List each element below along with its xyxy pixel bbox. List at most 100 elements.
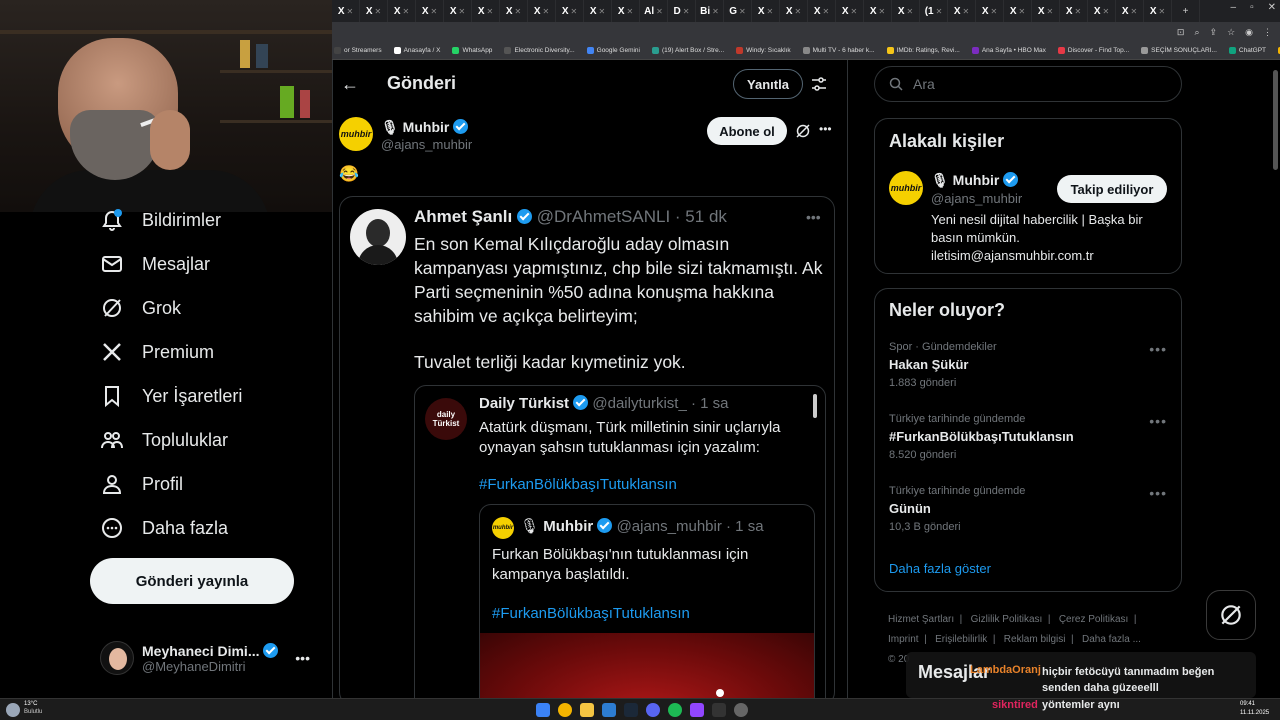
close-tab-icon[interactable]: ✕ [1074, 7, 1081, 16]
close-tab-icon[interactable]: ✕ [570, 7, 577, 16]
related-avatar[interactable]: muhbir [889, 171, 923, 205]
browser-tab[interactable]: X ✕ [836, 0, 864, 22]
trend-item[interactable]: Türkiye tarihinde gündemde #FurkanBölükb… [889, 413, 1167, 461]
grok-floating-button[interactable] [1206, 590, 1256, 640]
bookmark-item[interactable]: Windy: Sıcaklık [736, 47, 791, 54]
inner-quoted-post[interactable]: muhbir 🎙 Muhbir @ajans_muhbir · 1 sa Fur… [479, 504, 815, 705]
subscribe-button[interactable]: Abone ol [707, 117, 787, 145]
close-tab-icon[interactable]: ✕ [374, 7, 381, 16]
bookmark-item[interactable]: Multi TV - 6 haber k... [802, 47, 875, 54]
close-tab-icon[interactable]: ✕ [346, 7, 353, 16]
close-tab-icon[interactable]: ✕ [598, 7, 605, 16]
footer-link[interactable]: Çerez Politikası [1059, 614, 1128, 625]
trend-more-icon[interactable]: ••• [1149, 485, 1167, 501]
bookmark-item[interactable]: Anasayfa / X [393, 47, 440, 54]
reply-settings-icon[interactable] [811, 76, 827, 92]
bookmark-item[interactable]: SEÇİM SONUÇLARI... [1141, 47, 1217, 54]
nav-item-bookmarks[interactable]: Yer İşaretleri [100, 384, 242, 408]
app-icon[interactable] [602, 703, 616, 717]
bookmark-item[interactable]: Ana Sayfa • HBO Max [971, 47, 1046, 54]
browser-tab[interactable]: X ✕ [556, 0, 584, 22]
bookmark-item[interactable]: Electronic Diversity... [504, 47, 575, 54]
nav-item-communities[interactable]: Topluluklar [100, 428, 228, 452]
browser-tab[interactable]: X ✕ [612, 0, 640, 22]
quote-more-icon[interactable]: ••• [806, 209, 821, 225]
close-tab-icon[interactable]: ✕ [936, 7, 943, 16]
footer-link[interactable]: Reklam bilgisi [1004, 634, 1066, 645]
nested-timestamp[interactable]: · 1 sa [691, 395, 729, 412]
nested-author-name[interactable]: Daily Türkist [479, 395, 569, 412]
share-icon[interactable]: ⇪ [1210, 27, 1218, 38]
profile-icon[interactable]: ◉ [1245, 27, 1253, 38]
inner-timestamp[interactable]: · 1 sa [726, 518, 764, 535]
back-arrow-icon[interactable]: ← [341, 74, 359, 95]
browser-tab[interactable]: X ✕ [780, 0, 808, 22]
maximize-icon[interactable]: ▫ [1250, 2, 1254, 13]
page-scrollbar[interactable] [1273, 70, 1278, 170]
browser-tab[interactable]: X ✕ [388, 0, 416, 22]
file-explorer-icon[interactable] [580, 703, 594, 717]
inner-hashtag[interactable]: #FurkanBölükbaşıTutuklansın [492, 605, 690, 622]
account-switcher[interactable]: Meyhaneci Dimi... @MeyhaneDimitri ••• [100, 636, 310, 680]
search-box[interactable]: Ara [874, 66, 1182, 102]
browser-tab[interactable]: X ✕ [500, 0, 528, 22]
following-button[interactable]: Takip ediliyor [1057, 175, 1167, 203]
footer-link[interactable]: Hizmet Şartları [888, 614, 954, 625]
close-tab-icon[interactable]: ✕ [458, 7, 465, 16]
quote-author-handle[interactable]: @DrAhmetSANLI [537, 207, 670, 226]
chrome-icon[interactable] [558, 703, 572, 717]
nav-item-notifications[interactable]: Bildirimler [100, 208, 221, 232]
post-button[interactable]: Gönderi yayınla [90, 558, 294, 604]
steam-icon[interactable] [624, 703, 638, 717]
browser-tab[interactable]: G ✕ [724, 0, 752, 22]
close-tab-icon[interactable]: ✕ [1046, 7, 1053, 16]
bookmark-item[interactable]: ChatGPT [1228, 47, 1266, 54]
media-image[interactable] [480, 633, 814, 705]
spotify-icon[interactable] [668, 703, 682, 717]
related-name[interactable]: Muhbir [953, 172, 1000, 188]
minimize-icon[interactable]: – [1231, 2, 1237, 13]
zoom-icon[interactable]: ⌕ [1194, 27, 1199, 38]
close-tab-icon[interactable]: ✕ [739, 7, 746, 16]
footer-link[interactable]: Erişilebilirlik [935, 634, 987, 645]
nested-hashtag[interactable]: #FurkanBölükbaşıTutuklansın [479, 476, 677, 493]
browser-tab[interactable]: X ✕ [332, 0, 360, 22]
browser-tab[interactable]: X ✕ [444, 0, 472, 22]
close-tab-icon[interactable]: ✕ [1018, 7, 1025, 16]
nav-item-grok[interactable]: Grok [100, 296, 181, 320]
bookmark-item[interactable]: or Streamers [334, 47, 382, 54]
bookmark-item[interactable]: IMDb: Ratings, Revi... [886, 47, 960, 54]
nav-item-more[interactable]: Daha fazla [100, 516, 228, 540]
browser-tab[interactable]: X ✕ [1032, 0, 1060, 22]
browser-tab[interactable]: X ✕ [528, 0, 556, 22]
close-tab-icon[interactable]: ✕ [514, 7, 521, 16]
nav-item-messages[interactable]: Mesajlar [100, 252, 210, 276]
close-tab-icon[interactable]: ✕ [1158, 7, 1165, 16]
author-avatar[interactable]: muhbir [339, 117, 373, 151]
trend-item[interactable]: Türkiye tarihinde gündemde Günün 10,3 B … [889, 485, 1167, 533]
close-tab-icon[interactable]: ✕ [402, 7, 409, 16]
post-author-handle[interactable]: @ajans_muhbir [381, 137, 472, 152]
bookmark-item[interactable]: Google Gemini [586, 47, 640, 54]
more-options-icon[interactable]: ••• [295, 650, 310, 666]
close-tab-icon[interactable]: ✕ [656, 7, 663, 16]
close-tab-icon[interactable]: ✕ [430, 7, 437, 16]
browser-tab[interactable]: X ✕ [472, 0, 500, 22]
browser-tab[interactable]: X ✕ [360, 0, 388, 22]
show-more-link[interactable]: Daha fazla göster [889, 561, 991, 576]
bookmark-item[interactable]: (19) Alert Box / Stre... [652, 47, 724, 54]
bookmark-star-icon[interactable]: ☆ [1227, 27, 1235, 38]
close-tab-icon[interactable]: ✕ [906, 7, 913, 16]
browser-tab[interactable]: X ✕ [976, 0, 1004, 22]
browser-tab[interactable]: X ✕ [1004, 0, 1032, 22]
post-author-name[interactable]: Muhbir [403, 119, 450, 135]
extensions-icon[interactable]: ⊡ [1177, 27, 1185, 38]
close-tab-icon[interactable]: ✕ [486, 7, 493, 16]
nav-item-premium[interactable]: Premium [100, 340, 214, 364]
browser-tab[interactable]: X ✕ [808, 0, 836, 22]
browser-menu-icon[interactable]: ⋮ [1263, 27, 1272, 38]
browser-tab[interactable]: X ✕ [1060, 0, 1088, 22]
close-tab-icon[interactable]: ✕ [990, 7, 997, 16]
close-window-icon[interactable]: ✕ [1268, 2, 1276, 13]
quote-author-name[interactable]: Ahmet Şanlı [414, 207, 512, 226]
